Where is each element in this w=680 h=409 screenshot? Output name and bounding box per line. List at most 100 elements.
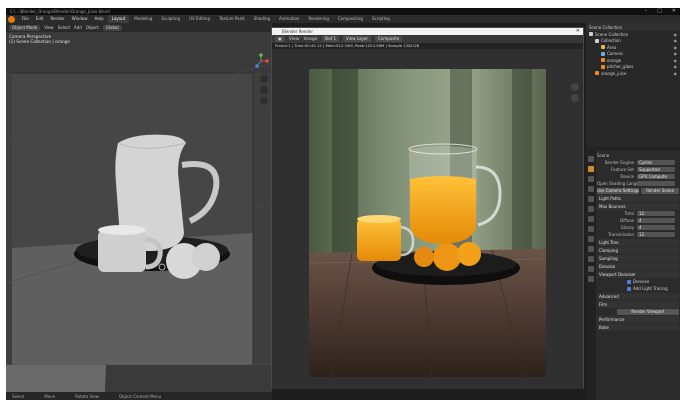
physics-tab-icon[interactable] <box>588 246 594 252</box>
section-advanced[interactable]: Advanced <box>597 293 679 300</box>
tab-layout[interactable]: Layout <box>107 15 130 23</box>
particles-tab-icon[interactable] <box>588 236 594 242</box>
zoom-icon[interactable] <box>571 83 579 91</box>
camera-view-icon[interactable] <box>260 97 268 105</box>
use-camera-settings-button[interactable]: Use Camera Settings <box>597 187 640 194</box>
constraints-tab-icon[interactable] <box>588 256 594 262</box>
menu-file[interactable]: File <box>19 15 32 23</box>
tool-tab-icon[interactable] <box>588 156 594 162</box>
visibility-eye-icon[interactable]: ◉ <box>674 38 678 43</box>
tab-rendering[interactable]: Rendering <box>304 15 332 23</box>
section-light-paths[interactable]: Light Paths <box>597 195 679 202</box>
output-tab-icon[interactable] <box>588 176 594 182</box>
section-clamping[interactable]: Clamping <box>597 247 679 254</box>
outliner-item-label: pitcher_glass <box>607 64 634 70</box>
outliner[interactable]: Scene Collection Scene Collection ◉ Collec… <box>586 23 680 147</box>
denoise-checkbox[interactable] <box>627 279 631 284</box>
tab-scripting[interactable]: Scripting <box>368 15 394 23</box>
menu-edit[interactable]: Edit <box>33 15 47 23</box>
view-layer-tab-icon[interactable] <box>588 186 594 192</box>
outliner-item[interactable]: orange_juice ◉ <box>586 70 680 77</box>
bounce-setting-field[interactable]: 4 <box>637 224 675 231</box>
tab-texture-paint[interactable]: Texture Paint <box>215 15 249 23</box>
render-window[interactable]: Blender Render ✕ ▣ View Image Slot 1 Vie… <box>271 27 584 389</box>
engine-setting-field[interactable]: Supported <box>637 166 675 173</box>
section-performance[interactable]: Performance <box>597 316 679 323</box>
render-slot-dropdown[interactable]: Slot 1 <box>321 36 340 42</box>
bounce-setting-field[interactable]: 12 <box>637 210 675 217</box>
engine-setting-row: Feature Set Supported <box>597 166 679 173</box>
section-viewport-denoiser[interactable]: Viewport Denoiser <box>597 271 679 278</box>
render-pass-dropdown[interactable]: Composite <box>374 36 403 42</box>
navigation-gizmo-icon[interactable] <box>253 53 269 69</box>
menu-help[interactable]: Help <box>91 15 106 23</box>
data-tab-icon[interactable] <box>588 266 594 272</box>
blender-logo-icon[interactable] <box>8 15 15 23</box>
viewport-menu-object[interactable]: Object <box>86 25 99 30</box>
minimize-button[interactable]: – <box>645 8 648 15</box>
visibility-eye-icon[interactable]: ◉ <box>674 64 678 69</box>
visibility-eye-icon[interactable]: ◉ <box>674 51 678 56</box>
viewport-menu-select[interactable]: Select <box>58 25 70 30</box>
maximize-button[interactable]: □ <box>657 8 662 15</box>
render-viewport-button[interactable]: Render Viewport <box>617 308 679 315</box>
transform-orientation-dropdown[interactable]: Global <box>102 24 122 31</box>
properties-tab-bar <box>586 150 596 400</box>
object-tab-icon[interactable] <box>588 216 594 222</box>
engine-setting-field[interactable]: GPU Compute <box>637 173 675 180</box>
bounce-setting-label: Glossy <box>620 225 634 230</box>
tab-compositing[interactable]: Compositing <box>334 15 367 23</box>
render-scene-button[interactable]: Render Scene <box>641 187 679 194</box>
tab-animation[interactable]: Animation <box>275 15 303 23</box>
close-button[interactable]: ✕ <box>672 8 676 15</box>
section-film[interactable]: Film <box>597 301 679 308</box>
menu-window[interactable]: Window <box>69 15 91 23</box>
light-tracing-checkbox[interactable] <box>627 286 631 291</box>
tab-modeling[interactable]: Modeling <box>130 15 156 23</box>
render-window-close-icon[interactable]: ✕ <box>576 28 580 35</box>
engine-setting-row: Open Shading Language <box>597 180 679 187</box>
section-bake[interactable]: Bake <box>597 324 679 331</box>
properties-editor[interactable]: Scene Render Engine Cycles Feature Set Supp… <box>586 150 680 400</box>
viewport-menu-view[interactable]: View <box>44 25 54 30</box>
zoom-icon[interactable] <box>260 75 268 83</box>
tab-shading[interactable]: Shading <box>250 15 274 23</box>
modifier-tab-icon[interactable] <box>588 226 594 232</box>
world-tab-icon[interactable] <box>588 206 594 212</box>
render-tab-icon[interactable] <box>588 166 594 172</box>
engine-setting-field[interactable] <box>637 180 675 187</box>
object-type-icon <box>589 32 593 37</box>
pan-hand-icon[interactable] <box>260 86 268 94</box>
denoise-label: Denoise <box>633 279 650 284</box>
section-max-bounces[interactable]: Max Bounces <box>597 203 679 210</box>
3d-viewport[interactable]: Object Mode View Select Add Object Globa… <box>6 23 272 400</box>
bounce-setting-field[interactable]: 12 <box>637 231 675 238</box>
render-menu-image[interactable]: Image <box>303 37 317 42</box>
render-layer-dropdown[interactable]: View Layer <box>343 36 371 42</box>
tab-sculpting[interactable]: Sculpting <box>157 15 184 23</box>
object-mode-dropdown[interactable]: Object Mode <box>9 24 41 31</box>
visibility-eye-icon[interactable]: ◉ <box>674 71 678 76</box>
section-sampling[interactable]: Sampling <box>597 255 679 262</box>
engine-setting-field[interactable]: Cycles <box>637 159 675 166</box>
status-bar: Select Move Rotate View Object Context M… <box>6 392 272 400</box>
section-light-tree[interactable]: Light Tree <box>597 239 679 246</box>
render-menu-view[interactable]: View <box>289 37 300 42</box>
outliner-item-label: orange <box>607 57 622 63</box>
pan-hand-icon[interactable] <box>571 94 579 102</box>
material-tab-icon[interactable] <box>588 276 594 282</box>
status-move: Move <box>44 393 56 399</box>
menu-render[interactable]: Render <box>47 15 67 23</box>
scene-tab-icon[interactable] <box>588 196 594 202</box>
viewport-menu-add[interactable]: Add <box>74 25 82 30</box>
render-canvas[interactable] <box>272 49 583 389</box>
tab-uv-editing[interactable]: UV Editing <box>185 15 214 23</box>
image-editor-type-icon[interactable]: ▣ <box>275 36 285 42</box>
bounce-setting-field[interactable]: 4 <box>637 217 675 224</box>
section-denoise[interactable]: Denoise <box>597 263 679 270</box>
visibility-eye-icon[interactable]: ◉ <box>674 45 678 50</box>
outliner-item-label: Area <box>607 44 617 50</box>
properties-body: Scene Render Engine Cycles Feature Set Supp… <box>597 152 679 331</box>
visibility-eye-icon[interactable]: ◉ <box>674 58 678 63</box>
visibility-eye-icon[interactable]: ◉ <box>674 32 678 37</box>
